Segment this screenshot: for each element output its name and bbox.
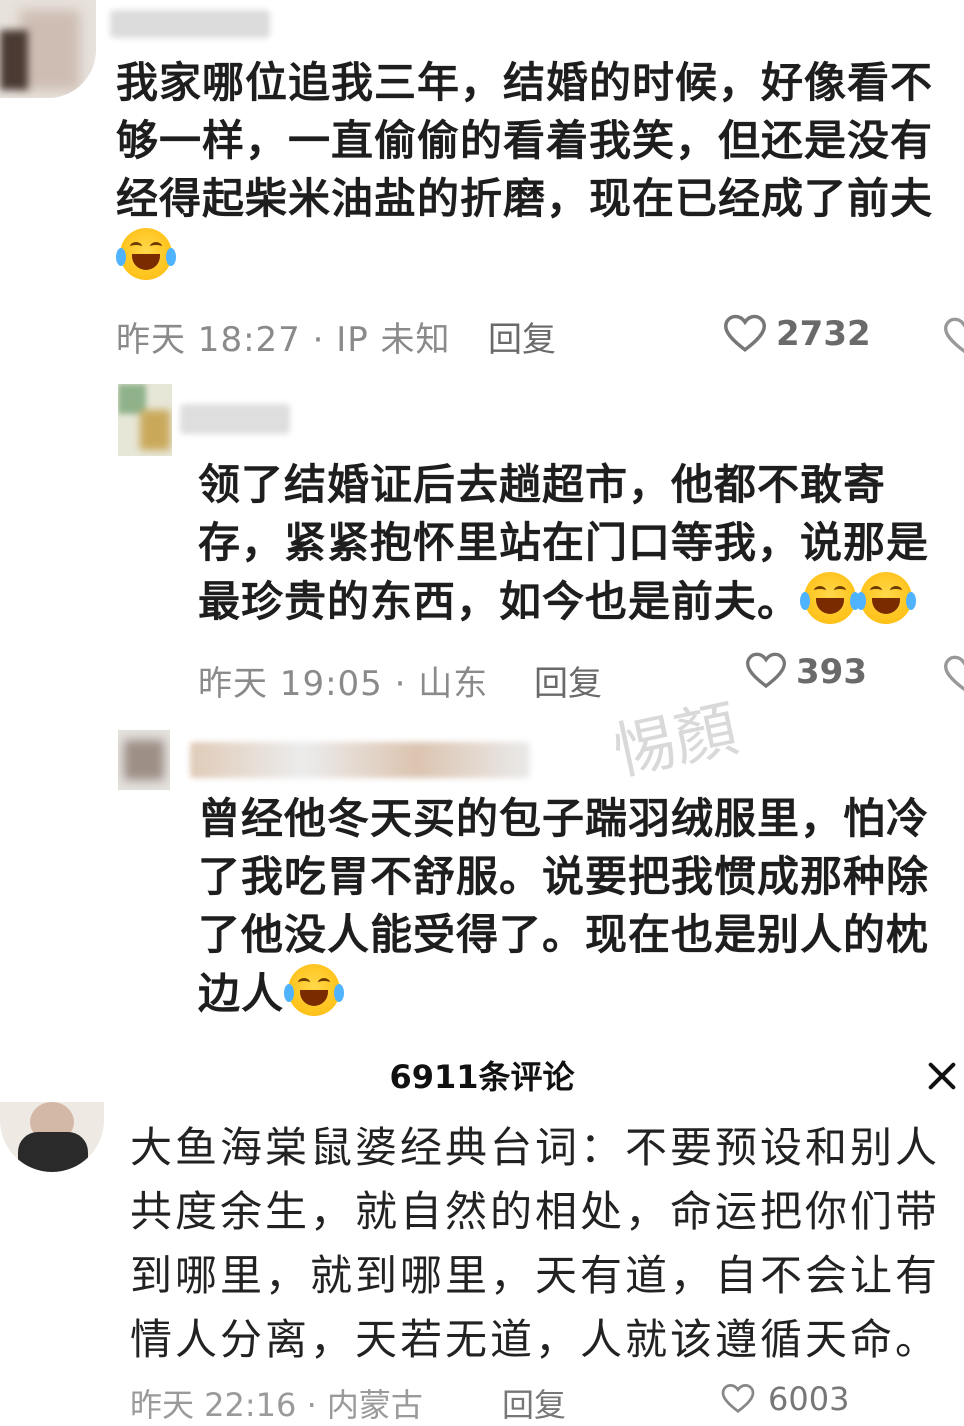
comment-count-title: 6911条评论 [389, 1058, 575, 1096]
like-count: 6003 [768, 1380, 850, 1418]
reply-button[interactable]: 回复 [502, 1380, 566, 1426]
close-icon[interactable] [922, 1056, 962, 1096]
commenter-avatar[interactable] [0, 1102, 104, 1172]
reply-button[interactable]: 回复 [534, 656, 602, 705]
laughing-crying-emoji-icon [284, 964, 345, 1016]
like-count: 393 [796, 652, 867, 692]
heart-outline-icon[interactable] [944, 654, 964, 694]
commenter-name-blurred [180, 404, 290, 434]
comment-text: 曾经他冬天买的包子踹羽绒服里，怕冷了我吃胃不舒服。说要把我惯成那种除了他没人能受… [198, 794, 930, 1018]
watermark: 惕顏 [606, 691, 744, 789]
comment-timestamp: 昨天 18:27 · IP 未知 [116, 320, 451, 360]
reply-button[interactable]: 回复 [488, 312, 556, 361]
heart-outline-icon[interactable] [944, 316, 964, 356]
like-count: 2732 [776, 314, 871, 354]
heart-outline-icon[interactable] [746, 652, 786, 690]
laughing-crying-emoji-icon [116, 228, 176, 280]
commenter-avatar[interactable] [0, 0, 96, 98]
heart-outline-icon[interactable] [724, 314, 766, 354]
comment-text: 领了结婚证后去趟超市，他都不敢寄存，紧紧抱怀里站在门口等我，说那是最珍贵的东西，… [198, 460, 930, 626]
commenter-name-blurred [190, 742, 530, 778]
commenter-name-blurred [110, 10, 270, 38]
top-comment-text: 大鱼海棠鼠婆经典台词：不要预设和别人共度余生，就自然的相处，命运把你们带到哪里，… [130, 1123, 941, 1364]
comment-text: 我家哪位追我三年，结婚的时候，好像看不够一样，一直偷偷的看着我笑，但还是没有经得… [116, 54, 956, 287]
comment-timestamp: 昨天 19:05 · 山东 [198, 664, 489, 704]
commenter-avatar[interactable] [118, 384, 172, 456]
comment-timestamp: 昨天 22:16 · 内蒙古 [130, 1386, 423, 1424]
commenter-avatar[interactable] [118, 730, 170, 790]
heart-outline-icon[interactable] [718, 1384, 758, 1414]
laughing-crying-emoji-icon [856, 572, 917, 624]
laughing-crying-emoji-icon [800, 572, 861, 624]
